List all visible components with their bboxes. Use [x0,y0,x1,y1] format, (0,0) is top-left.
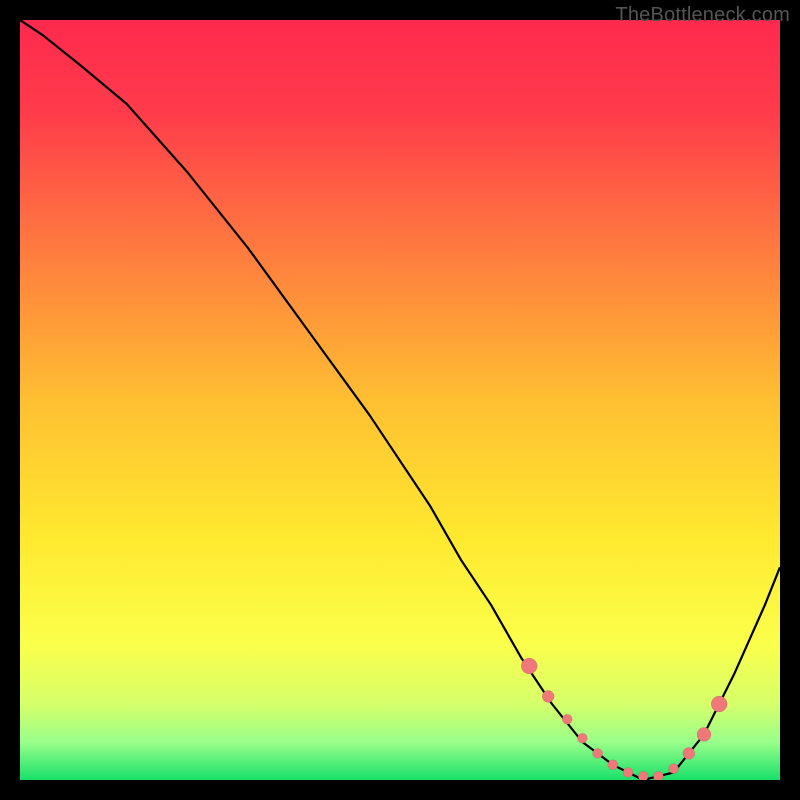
data-marker [623,767,633,777]
chart-plot [20,20,780,780]
data-marker [669,764,679,774]
chart-frame: TheBottleneck.com [0,0,800,800]
data-marker [593,748,603,758]
watermark-text: TheBottleneck.com [615,4,790,27]
data-marker [577,733,587,743]
data-marker [653,771,663,780]
data-marker [697,727,711,741]
data-marker [542,690,554,702]
data-marker [562,714,572,724]
gradient-background [20,20,780,780]
data-marker [683,747,695,759]
data-marker [608,760,618,770]
data-marker [638,771,648,780]
data-marker [521,658,537,674]
data-marker [711,696,727,712]
